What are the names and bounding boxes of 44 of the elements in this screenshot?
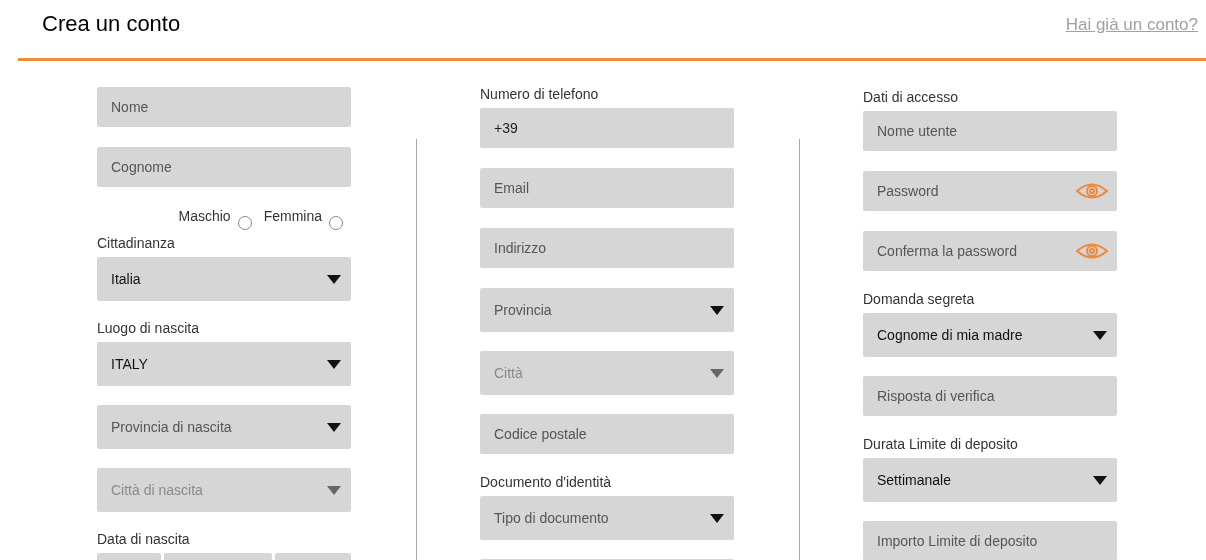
caret-icon — [327, 274, 341, 284]
field-label: Numero di telefono — [480, 86, 600, 102]
caret-icon — [710, 513, 724, 523]
dropdown-field[interactable]: Provincia di nascita — [97, 405, 351, 449]
dropdown-field[interactable]: Tipo di documento — [480, 496, 734, 540]
eye-icon[interactable] — [1075, 182, 1109, 200]
password-field[interactable]: Conferma la password — [863, 231, 1117, 271]
field-label: Cittadinanza — [97, 235, 176, 251]
caret-icon — [327, 422, 341, 432]
field-label: Durata Limite di deposito — [863, 436, 1019, 452]
caret-icon — [327, 485, 341, 495]
dropdown-field[interactable]: Provincia — [480, 288, 734, 332]
text-field[interactable]: Codice postale — [480, 414, 734, 454]
password-field[interactable]: Password — [863, 171, 1117, 211]
dropdown-field[interactable]: ITALY — [97, 342, 351, 386]
field-label: Domanda segreta — [863, 291, 976, 307]
field-label: Documento d'identità — [480, 474, 613, 490]
text-field[interactable]: Nome — [97, 87, 351, 127]
caret-icon — [710, 368, 724, 378]
caret-icon — [710, 305, 724, 315]
dropdown-field: Città — [480, 351, 734, 395]
text-field[interactable]: Cognome — [97, 147, 351, 187]
dropdown-field: Città di nascita — [97, 468, 351, 512]
text-field[interactable]: Indirizzo — [480, 228, 734, 268]
field-label: Data di nascita — [97, 531, 191, 547]
text-field[interactable]: Email — [480, 168, 734, 208]
text-field[interactable]: +39 — [480, 108, 734, 148]
radio-button[interactable] — [237, 215, 252, 230]
field-label: Luogo di nascita — [97, 320, 200, 336]
field-label: Dati di accesso — [863, 89, 959, 105]
caret-icon — [1093, 330, 1107, 340]
text-field[interactable]: Importo Limite di deposito — [863, 521, 1117, 560]
radio-label: Femmina — [263, 206, 322, 226]
radio-label: Maschio — [178, 206, 231, 226]
eye-icon[interactable] — [1075, 242, 1109, 260]
caret-icon — [327, 359, 341, 369]
text-field[interactable]: Nome utente — [863, 111, 1117, 151]
dropdown-field[interactable]: Italia — [97, 257, 351, 301]
caret-icon — [1093, 475, 1107, 485]
radio-button[interactable] — [329, 215, 343, 230]
dropdown-field[interactable]: Cognome di mia madre — [863, 313, 1117, 357]
page-title: Crea un conto — [42, 10, 181, 38]
text-field[interactable]: Risposta di verifica — [863, 376, 1117, 416]
dropdown-field[interactable]: Settimanale — [863, 458, 1117, 502]
